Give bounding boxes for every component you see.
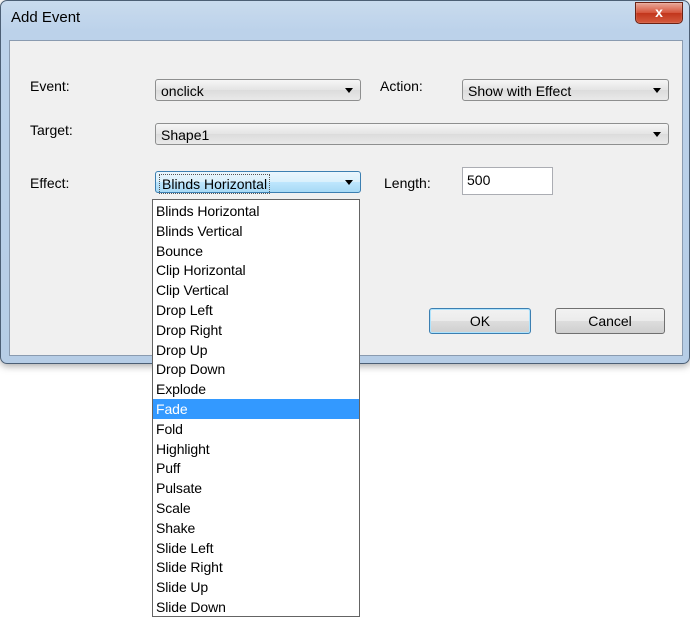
effect-dropdown-list[interactable]: Blinds Horizontal Blinds Vertical Bounce Cl… [152, 199, 360, 617]
effect-option[interactable]: Highlight [153, 439, 359, 459]
chevron-down-icon [653, 88, 661, 93]
effect-select-value: Blinds Horizontal [159, 174, 271, 194]
effect-option[interactable]: Fade [153, 398, 359, 419]
effect-option[interactable]: Slide Down [153, 597, 359, 617]
action-select[interactable]: Show with Effect [462, 79, 669, 101]
effect-option[interactable]: Explode [153, 379, 359, 399]
event-select[interactable]: onclick [155, 79, 361, 101]
effect-select[interactable]: Blinds Horizontal [155, 171, 361, 194]
effect-label: Effect: [30, 175, 70, 191]
effect-option[interactable]: Clip Horizontal [153, 260, 359, 280]
effect-option[interactable]: Drop Up [153, 340, 359, 360]
event-select-value: onclick [161, 83, 204, 99]
length-input[interactable] [467, 172, 547, 188]
chevron-down-icon [345, 88, 353, 93]
close-icon: x [655, 4, 663, 20]
effect-option[interactable]: Shake [153, 518, 359, 538]
length-field[interactable] [462, 167, 553, 195]
length-label: Length: [384, 175, 431, 191]
dialog-title: Add Event [11, 9, 81, 26]
close-button[interactable]: x [635, 2, 683, 24]
action-label: Action: [380, 78, 423, 94]
ok-button[interactable]: OK [429, 308, 531, 334]
effect-option[interactable]: Slide Up [153, 577, 359, 597]
effect-option[interactable]: Blinds Vertical [153, 221, 359, 241]
effect-option[interactable]: Drop Down [153, 359, 359, 379]
effect-option[interactable]: Bounce [153, 241, 359, 261]
effect-option[interactable]: Pulsate [153, 478, 359, 498]
target-select-value: Shape1 [161, 127, 210, 143]
effect-option[interactable]: Fold [153, 419, 359, 439]
effect-option[interactable]: Drop Right [153, 320, 359, 340]
action-select-value: Show with Effect [468, 83, 572, 99]
cancel-button[interactable]: Cancel [555, 308, 665, 334]
event-label: Event: [30, 78, 70, 94]
effect-option[interactable]: Puff [153, 458, 359, 478]
chevron-down-icon [345, 180, 353, 185]
title-bar[interactable]: Add Event x [1, 1, 689, 35]
effect-option[interactable]: Clip Vertical [153, 280, 359, 300]
effect-option[interactable]: Scale [153, 498, 359, 518]
chevron-down-icon [653, 132, 661, 137]
effect-option[interactable]: Slide Left [153, 538, 359, 558]
target-select[interactable]: Shape1 [155, 123, 669, 145]
effect-option[interactable]: Blinds Horizontal [153, 201, 359, 221]
effect-option[interactable]: Drop Left [153, 300, 359, 320]
effect-option[interactable]: Slide Right [153, 557, 359, 577]
target-label: Target: [30, 122, 73, 138]
